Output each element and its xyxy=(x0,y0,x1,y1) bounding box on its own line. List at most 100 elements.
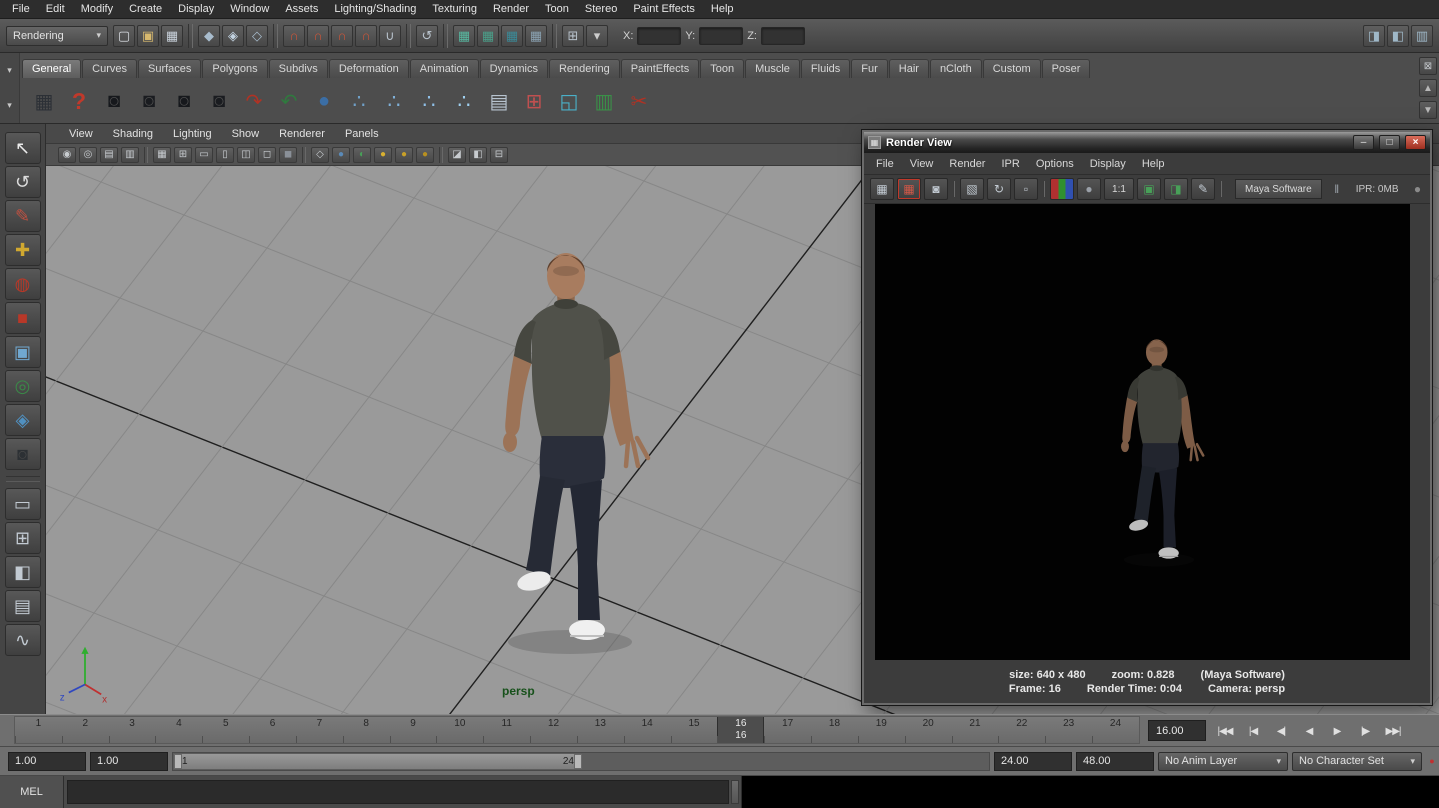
shelf-cut-icon[interactable]: ✂ xyxy=(623,85,655,117)
safe-title-icon[interactable]: ◼ xyxy=(279,147,297,163)
trash-icon[interactable]: ⊠ xyxy=(1419,57,1437,75)
shelf-scroll-down-icon[interactable]: ▼ xyxy=(1419,101,1437,119)
main-menu-assets[interactable]: Assets xyxy=(277,0,326,19)
frame-tick-23[interactable]: 23 xyxy=(1045,717,1092,743)
render-canvas[interactable] xyxy=(875,204,1410,660)
character-set-dropdown[interactable]: No Character Set ▾ xyxy=(1292,752,1422,771)
frame-tick-22[interactable]: 22 xyxy=(998,717,1045,743)
channel-box-toggle-icon[interactable]: ▥ xyxy=(1411,25,1433,47)
minimize-button[interactable]: – xyxy=(1353,135,1374,150)
render-view-menu-ipr[interactable]: IPR xyxy=(993,158,1027,170)
frame-tick-9[interactable]: 9 xyxy=(390,717,437,743)
shelf-tab-fluids[interactable]: Fluids xyxy=(801,59,850,78)
animation-end-field[interactable]: 48.00 xyxy=(1076,752,1154,771)
frame-tick-1[interactable]: 1 xyxy=(15,717,62,743)
construction-history-icon[interactable]: ↺ xyxy=(416,25,438,47)
render-view-menu-file[interactable]: File xyxy=(868,158,902,170)
main-menu-render[interactable]: Render xyxy=(485,0,537,19)
play-backwards-button[interactable]: ◀ xyxy=(1296,719,1322,743)
playback-start-field[interactable]: 1.00 xyxy=(90,752,168,771)
show-manipulator-icon[interactable]: ◈ xyxy=(5,404,41,436)
use-all-lights-icon[interactable]: ● xyxy=(374,147,392,163)
move-tool-icon[interactable]: ✚ xyxy=(5,234,41,266)
shelf-camera-aim-icon[interactable]: ◙ xyxy=(133,85,165,117)
wireframe-icon[interactable]: ◇ xyxy=(311,147,329,163)
soft-mod-tool-icon[interactable]: ◎ xyxy=(5,370,41,402)
snap-grid-icon[interactable]: ∩ xyxy=(283,25,305,47)
lock-camera-icon[interactable]: ◎ xyxy=(79,147,97,163)
main-menu-file[interactable]: File xyxy=(4,0,38,19)
field-chart-icon[interactable]: ⊟ xyxy=(490,147,508,163)
isolate-select-icon[interactable]: ◧ xyxy=(469,147,487,163)
frame-tick-6[interactable]: 6 xyxy=(249,717,296,743)
frame-tick-7[interactable]: 7 xyxy=(296,717,343,743)
ipr-region-icon[interactable]: ▫ xyxy=(1014,178,1038,200)
shelf-tab-toon[interactable]: Toon xyxy=(700,59,744,78)
command-line-divider[interactable] xyxy=(731,780,739,804)
shelf-tab-menu-icon[interactable]: ▾ xyxy=(7,65,12,76)
animation-start-field[interactable]: 1.00 xyxy=(8,752,86,771)
frame-tick-11[interactable]: 11 xyxy=(483,717,530,743)
range-slider-bar[interactable]: 1 24 xyxy=(174,754,582,769)
frame-tick-17[interactable]: 17 xyxy=(764,717,811,743)
frame-tick-21[interactable]: 21 xyxy=(952,717,999,743)
shelf-help-icon[interactable]: ? xyxy=(63,85,95,117)
shelf-camera-up-icon[interactable]: ◙ xyxy=(168,85,200,117)
shelf-sphere-icon[interactable]: ● xyxy=(308,85,340,117)
y-input[interactable] xyxy=(699,27,743,45)
shelf-scroll-up-icon[interactable]: ▲ xyxy=(1419,79,1437,97)
shelf-tab-rendering[interactable]: Rendering xyxy=(549,59,620,78)
viewport-menu-shading[interactable]: Shading xyxy=(104,128,162,140)
time-slider[interactable]: 123456789101112131415161718192021222324 … xyxy=(0,714,1439,747)
rgb-channels-icon[interactable] xyxy=(1050,178,1074,200)
frame-tick-20[interactable]: 20 xyxy=(905,717,952,743)
ratio-icon[interactable]: 1:1 xyxy=(1104,178,1134,200)
shelf-node-network-icon[interactable]: ∴ xyxy=(343,85,375,117)
select-tool-icon[interactable]: ↖ xyxy=(5,132,41,164)
shelf-tab-animation[interactable]: Animation xyxy=(410,59,479,78)
remove-image-icon[interactable]: ◨ xyxy=(1164,178,1188,200)
snap-live-icon[interactable]: ∪ xyxy=(379,25,401,47)
maximize-button[interactable]: □ xyxy=(1379,135,1400,150)
textured-icon[interactable]: ◐ xyxy=(353,147,371,163)
tool-settings-toggle-icon[interactable]: ◧ xyxy=(1387,25,1409,47)
shelf-tab-surfaces[interactable]: Surfaces xyxy=(138,59,201,78)
frame-tick-12[interactable]: 12 xyxy=(530,717,577,743)
select-camera-icon[interactable]: ◉ xyxy=(58,147,76,163)
viewport-menu-view[interactable]: View xyxy=(60,128,102,140)
image-plane-icon[interactable]: ▦ xyxy=(153,147,171,163)
shelf-tab-muscle[interactable]: Muscle xyxy=(745,59,800,78)
renderer-select-dropdown[interactable]: Maya Software xyxy=(1235,179,1322,199)
select-component-icon[interactable]: ◇ xyxy=(246,25,268,47)
snap-point-icon[interactable]: ∩ xyxy=(331,25,353,47)
shelf-graph-editor-icon[interactable]: ▤ xyxy=(483,85,515,117)
render-view-titlebar[interactable]: ▦ Render View – □ × xyxy=(864,132,1430,153)
snap-plane-icon[interactable]: ∩ xyxy=(355,25,377,47)
character-model[interactable] xyxy=(470,240,670,660)
gate-mask-icon[interactable]: ◫ xyxy=(237,147,255,163)
shelf-render-globals-icon[interactable]: ▦ xyxy=(28,85,60,117)
main-menu-stereo[interactable]: Stereo xyxy=(577,0,625,19)
render-view-menu-options[interactable]: Options xyxy=(1028,158,1082,170)
command-language-toggle[interactable]: MEL xyxy=(0,776,64,808)
film-gate-icon[interactable]: ▭ xyxy=(195,147,213,163)
frame-tick-3[interactable]: 3 xyxy=(109,717,156,743)
open-render-view-icon[interactable]: ▦ xyxy=(453,25,475,47)
alpha-channel-icon[interactable]: ● xyxy=(1077,178,1101,200)
paint-select-tool-icon[interactable]: ✎ xyxy=(5,200,41,232)
ipr-render-icon[interactable]: ▧ xyxy=(960,178,984,200)
viewport-menu-show[interactable]: Show xyxy=(223,128,269,140)
camera-attributes-icon[interactable]: ▤ xyxy=(100,147,118,163)
layout-custom-icon[interactable]: ∿ xyxy=(5,624,41,656)
shelf-tab-curves[interactable]: Curves xyxy=(82,59,137,78)
timeline-track[interactable]: 123456789101112131415161718192021222324 xyxy=(14,716,1140,744)
shelf-poly-cube-icon[interactable]: ◱ xyxy=(553,85,585,117)
z-input[interactable] xyxy=(761,27,805,45)
attribute-editor-toggle-icon[interactable]: ◨ xyxy=(1363,25,1385,47)
x-input[interactable] xyxy=(637,27,681,45)
menu-set-dropdown[interactable]: Rendering ▾ xyxy=(6,26,108,46)
shelf-tab-polygons[interactable]: Polygons xyxy=(202,59,267,78)
playback-end-field[interactable]: 24.00 xyxy=(994,752,1072,771)
snapshot-icon[interactable]: ◙ xyxy=(924,178,948,200)
shelf-node-tree-icon[interactable]: ∴ xyxy=(413,85,445,117)
